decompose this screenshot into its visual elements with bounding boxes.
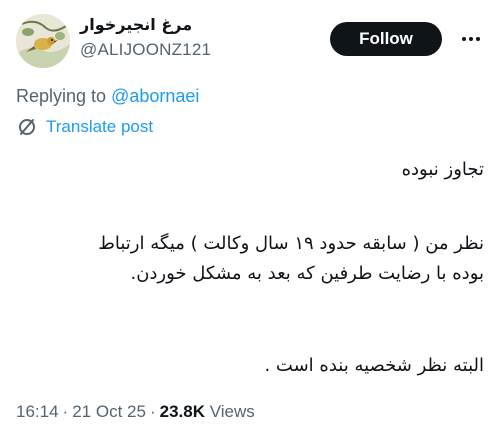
meta-separator: · [62, 402, 69, 421]
avatar-bird-image [16, 14, 70, 68]
tweet-text-line: بوده با رضایت طرفین که بعد به مشکل خوردن… [130, 263, 484, 284]
replying-prefix: Replying to [16, 86, 112, 106]
more-dot [469, 37, 473, 41]
translate-post-button[interactable]: Translate post [16, 116, 153, 138]
more-dot [462, 37, 466, 41]
reply-mention-link[interactable]: @abornaei [111, 86, 199, 106]
translate-icon [19, 119, 35, 135]
tweet-text-line: البته نظر شخصیه بنده است . [264, 355, 484, 376]
tweet-date[interactable]: 21 Oct 25 [72, 402, 146, 421]
translate-post-label: Translate post [46, 117, 154, 136]
author-handle[interactable]: @ALIJOONZ121 [80, 40, 211, 60]
avatar[interactable] [16, 14, 70, 68]
views-label: Views [209, 402, 255, 421]
author-display-name[interactable]: مرغ انجیرخوار [80, 15, 192, 34]
views-count[interactable]: 23.8K [160, 402, 205, 421]
follow-button[interactable]: Follow [330, 22, 442, 56]
tweet-meta: 16:14 · 21 Oct 25 · 23.8K Views [16, 402, 255, 422]
more-dot [476, 37, 480, 41]
tweet-time[interactable]: 16:14 [16, 402, 59, 421]
tweet-header: مرغ انجیرخوار @ALIJOONZ121 Follow [0, 0, 500, 80]
replying-to-context: Replying to @abornaei [16, 86, 199, 107]
more-options-icon[interactable] [456, 26, 486, 52]
tweet-text-line: نظر من ( سابقه حدود ۱۹ سال وکالت ) میگه … [98, 233, 484, 254]
meta-separator: · [149, 402, 156, 421]
tweet-text-line: تجاوز نبوده [401, 159, 484, 180]
